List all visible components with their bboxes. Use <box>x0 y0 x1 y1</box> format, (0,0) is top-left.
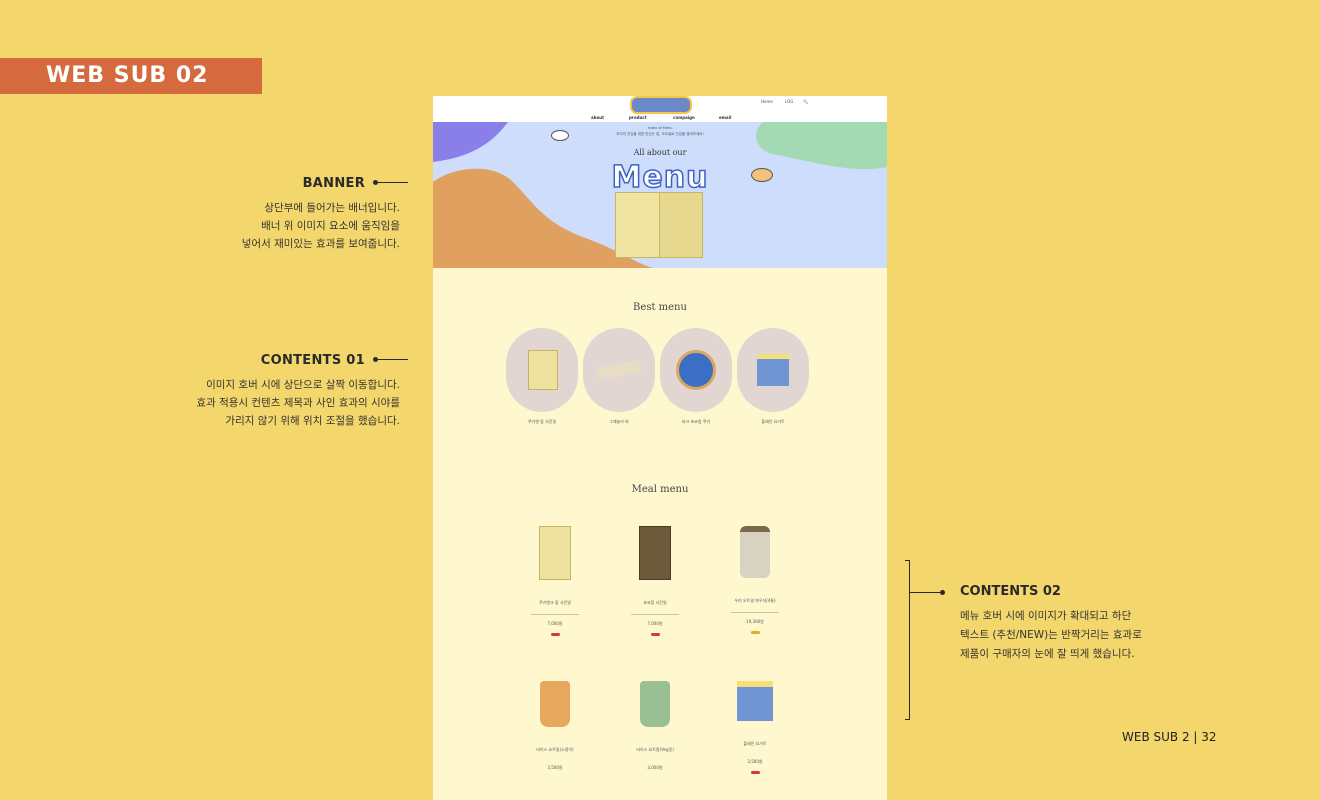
meal-name: 비어스 요트밀(소용이) <box>536 747 574 752</box>
product-image <box>540 681 570 727</box>
search-icon[interactable]: 🔍 <box>803 99 808 104</box>
contents01-description: 이미지 호버 시에 상단으로 살짝 이동합니다. 효과 적용시 컨텐츠 제목과 … <box>196 379 400 427</box>
new-badge <box>750 631 760 634</box>
banner-annotation: BANNER 상단부에 들어가는 배너입니다. 배너 위 이미지 요소에 움직임… <box>150 172 408 253</box>
best-menu-item-4[interactable] <box>737 328 809 412</box>
divider <box>531 614 579 615</box>
divider <box>731 612 779 613</box>
best-menu-label-4: 플레인 요거트 <box>761 419 785 424</box>
meal-name: 우리 오트밀 파우더(4통) <box>734 598 776 603</box>
nav-about[interactable]: about <box>591 115 604 120</box>
best-menu-label-2: 그래놀라 바 <box>609 419 629 424</box>
bird-left-icon <box>551 130 569 141</box>
website-mockup: Home LOG 🔍 about product campaign email … <box>433 96 887 800</box>
meal-price: 3,000원 <box>647 765 663 770</box>
meal-price: 3,500원 <box>747 759 763 764</box>
best-menu-label-3: 바크 초코칩 쿠키 <box>681 419 711 424</box>
product-image <box>639 526 671 580</box>
meal-name: 비어스 요트밀(Veg맛) <box>636 747 674 752</box>
product-image <box>528 350 558 390</box>
page-number: WEB SUB 2 | 32 <box>1122 730 1217 744</box>
best-menu-item-2[interactable] <box>583 328 655 412</box>
meal-menu-title: Meal menu <box>631 484 689 495</box>
site-logo[interactable] <box>630 96 692 114</box>
meal-price: 3,500원 <box>547 765 563 770</box>
banner-tagline: Index of Menu <box>647 126 673 130</box>
pointer-line <box>378 182 408 183</box>
meal-menu-item-5[interactable]: 비어스 요트밀(Veg맛) 3,000원 <box>610 681 700 771</box>
recommend-badge <box>550 633 560 636</box>
product-image <box>640 681 670 727</box>
login-link[interactable]: LOG <box>785 99 793 104</box>
best-menu-item-1[interactable] <box>506 328 578 412</box>
menu-banner: Index of Menu 우리의 건강을 위한 맛있는 밥, 오트밀로 건강을… <box>433 122 887 268</box>
meal-menu-item-2[interactable]: 초코팝 사진밀 7,000원 <box>610 526 700 636</box>
meal-price: 7,000원 <box>547 621 563 626</box>
meal-name: 쿠키앤크 팝 사진밀 <box>539 600 571 605</box>
nav-email[interactable]: email <box>719 115 731 120</box>
pointer-dot <box>940 590 945 595</box>
nav-product[interactable]: product <box>629 115 647 120</box>
pointer-line <box>910 592 940 593</box>
product-box-side <box>659 192 703 258</box>
recommend-badge <box>750 771 760 774</box>
meal-price: 7,000원 <box>647 621 663 626</box>
contents02-heading: CONTENTS 02 <box>960 584 1061 599</box>
contents02-description: 메뉴 호버 시에 이미지가 확대되고 하단 텍스트 (추천/NEW)는 반짝거리… <box>960 610 1142 660</box>
meal-name: 플레인 요거트 <box>743 741 767 746</box>
best-menu-title: Best menu <box>633 302 687 313</box>
meal-price: 19,300원 <box>746 619 764 624</box>
banner-heading: BANNER <box>302 176 365 191</box>
product-box-front <box>615 192 661 258</box>
product-image <box>737 681 773 721</box>
nav-campaign[interactable]: campaign <box>673 115 695 120</box>
product-image <box>757 354 789 386</box>
site-header: Home LOG 🔍 about product campaign email <box>433 96 887 122</box>
product-image <box>596 360 642 380</box>
meal-name: 초코팝 사진밀 <box>643 600 667 605</box>
meal-menu-item-3[interactable]: 우리 오트밀 파우더(4통) 19,300원 <box>710 526 800 634</box>
product-image <box>676 350 716 390</box>
meal-menu-item-6[interactable]: 플레인 요거트 3,500원 <box>710 681 800 774</box>
slide-title-bar: WEB SUB 02 <box>0 58 262 94</box>
pointer-line <box>378 359 408 360</box>
recommend-badge <box>650 633 660 636</box>
meal-menu-item-4[interactable]: 비어스 요트밀(소용이) 3,500원 <box>510 681 600 771</box>
banner-description: 상단부에 들어가는 배너입니다. 배너 위 이미지 요소에 움직임을 넣어서 재… <box>241 202 400 250</box>
banner-title: Menu <box>611 159 709 196</box>
contents01-heading: CONTENTS 01 <box>260 353 365 368</box>
product-image <box>740 526 770 578</box>
bird-right-icon <box>751 168 773 182</box>
slide-title: WEB SUB 02 <box>46 63 209 88</box>
home-link[interactable]: Home <box>761 99 773 104</box>
meal-menu-item-1[interactable]: 쿠키앤크 팝 사진밀 7,000원 <box>510 526 600 636</box>
product-image <box>539 526 571 580</box>
divider <box>631 614 679 615</box>
contents02-bracket <box>905 560 910 720</box>
contents02-annotation: CONTENTS 02 메뉴 호버 시에 이미지가 확대되고 하단 텍스트 (추… <box>960 584 1260 664</box>
best-menu-label-1: 쿠키앤 팝 사진밀 <box>527 419 557 424</box>
banner-tagline-sub: 우리의 건강을 위한 맛있는 밥, 오트밀로 건강을 챙겨보세요! <box>616 132 704 136</box>
best-menu-item-3[interactable] <box>660 328 732 412</box>
banner-subtitle: All about our <box>633 148 687 157</box>
contents01-annotation: CONTENTS 01 이미지 호버 시에 상단으로 살짝 이동합니다. 효과 … <box>110 349 408 430</box>
